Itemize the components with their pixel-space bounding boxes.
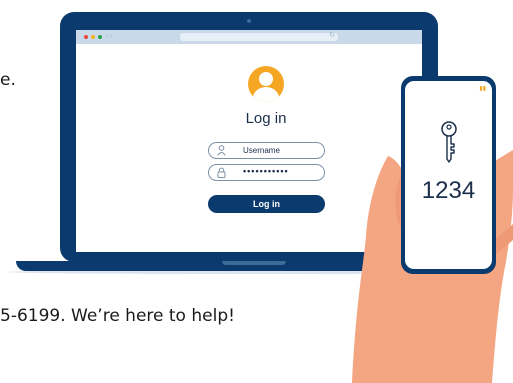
key-icon [440, 121, 458, 168]
pin-code: 1234 [421, 177, 476, 204]
phone-status-icon: ▮▮ [479, 86, 486, 92]
phone-illustration: ▮▮ 1234 [401, 76, 496, 274]
phone-screen: ▮▮ 1234 [405, 81, 492, 269]
